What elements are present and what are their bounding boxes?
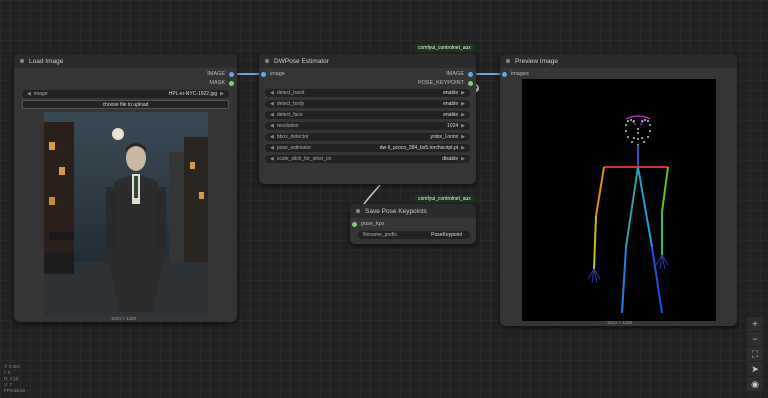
widget-label: detect_face	[276, 112, 303, 118]
input-image[interactable]: image	[261, 71, 285, 77]
right-arrow-icon[interactable]: ▶	[461, 123, 465, 129]
preview-dimensions: 1024 × 1280	[607, 320, 633, 325]
load-image-node[interactable]: Load Image IMAGE MASK ◀ image HPL-in-NYC…	[14, 54, 237, 322]
save-pose-package-badge: comfyui_controlnet_aux	[414, 195, 475, 203]
input-port-icon[interactable]	[352, 221, 357, 227]
node-title: Preview Image	[515, 57, 558, 65]
node-title: Save Pose Keypoints	[365, 207, 427, 215]
input-pose-kps[interactable]: pose_kps	[352, 221, 385, 227]
upload-button[interactable]: choose file to upload	[22, 100, 229, 109]
zoom-in-button[interactable]: +	[747, 317, 763, 331]
output-port-icon[interactable]	[468, 71, 473, 77]
load-image-title-bar[interactable]: Load Image	[14, 54, 237, 68]
widget-label: scale_stick_for_xinsr_cn	[276, 156, 332, 162]
pose-skeleton-preview	[522, 79, 716, 321]
output-label: IMAGE	[207, 71, 225, 77]
dwpose-package-badge: comfyui_controlnet_aux	[414, 44, 475, 52]
left-arrow-icon[interactable]: ◀	[27, 91, 31, 97]
input-label: pose_kps	[361, 221, 385, 227]
widget-label: image	[33, 91, 48, 97]
plus-icon: +	[752, 319, 758, 329]
right-arrow-icon[interactable]: ▶	[461, 156, 465, 162]
left-arrow-icon[interactable]: ◀	[270, 112, 274, 118]
widget-label: bbox_detector	[276, 134, 309, 140]
widget-value: PoseKeypoint	[431, 232, 462, 238]
widget-value: enable	[443, 101, 459, 107]
dwpose-estimator-node[interactable]: DWPose Estimator image IMAGE POSE_KEYPOI…	[259, 54, 476, 184]
input-label: image	[270, 71, 285, 77]
widget-value: enable	[443, 90, 459, 96]
right-arrow-icon[interactable]: ▶	[461, 134, 465, 140]
widget-label: filename_prefix	[363, 232, 397, 238]
output-mask[interactable]: MASK	[209, 80, 234, 86]
widget-detect-hand[interactable]: ◀ detect_hand enable ▶	[265, 89, 470, 97]
widget-scale-stick[interactable]: ◀ scale_stick_for_xinsr_cn disable ▶	[265, 155, 470, 163]
widget-value: HPL-in-NYC-1922.jpg	[168, 91, 218, 97]
widget-detect-face[interactable]: ◀ detect_face enable ▶	[265, 111, 470, 119]
image-select-widget[interactable]: ◀ image HPL-in-NYC-1922.jpg ▶	[22, 90, 229, 98]
input-label: images	[511, 71, 529, 77]
minus-icon: −	[752, 334, 758, 344]
output-label: IMAGE	[446, 71, 464, 77]
output-pose-keypoint[interactable]: POSE_KEYPOINT	[418, 80, 473, 86]
navigate-icon: ➤	[751, 363, 759, 374]
output-port-icon[interactable]	[229, 80, 234, 86]
image-dimensions: 1024 × 1280	[111, 316, 137, 321]
output-port-icon[interactable]	[229, 71, 234, 77]
save-pose-title-bar[interactable]: Save Pose Keypoints	[350, 204, 476, 218]
node-title: DWPose Estimator	[274, 57, 329, 65]
widget-pose-estimator[interactable]: ◀ pose_estimator dw-ll_ucoco_384_bs5.tor…	[265, 144, 470, 152]
save-pose-keypoints-node[interactable]: Save Pose Keypoints pose_kps filename_pr…	[350, 204, 476, 244]
widget-label: pose_estimator	[276, 145, 312, 151]
right-arrow-icon[interactable]: ▶	[220, 91, 224, 97]
zoom-out-button[interactable]: −	[747, 332, 763, 346]
widget-resolution[interactable]: ◀ resolution 1024 ▶	[265, 122, 470, 130]
collapse-dot-icon[interactable]	[265, 59, 269, 63]
widget-label: resolution	[276, 123, 299, 129]
output-port-icon[interactable]	[468, 80, 473, 86]
performance-stats: T: 0.00s I: 0 N: 4 [4] V: 7 FPS:58.82	[4, 364, 25, 394]
node-title: Load Image	[29, 57, 64, 65]
collapse-dot-icon[interactable]	[20, 59, 24, 63]
right-arrow-icon[interactable]: ▶	[461, 112, 465, 118]
output-image[interactable]: IMAGE	[446, 71, 473, 77]
left-arrow-icon[interactable]: ◀	[270, 90, 274, 96]
left-arrow-icon[interactable]: ◀	[270, 123, 274, 129]
collapse-dot-icon[interactable]	[356, 209, 360, 213]
output-label: POSE_KEYPOINT	[417, 80, 464, 86]
fit-view-button[interactable]: ⛶	[747, 347, 763, 361]
preview-image-node[interactable]: Preview Image images 1024 × 1280	[500, 54, 737, 326]
collapse-dot-icon[interactable]	[506, 59, 510, 63]
widget-bbox-detector[interactable]: ◀ bbox_detector yolox_l.onnx ▶	[265, 133, 470, 141]
right-arrow-icon[interactable]: ▶	[461, 101, 465, 107]
loaded-image-preview	[44, 112, 208, 315]
widget-value: 1024	[447, 123, 459, 129]
widget-label: detect_body	[276, 101, 305, 107]
input-images[interactable]: images	[502, 71, 529, 77]
output-image[interactable]: IMAGE	[207, 71, 234, 77]
output-label: MASK	[209, 80, 225, 86]
left-arrow-icon[interactable]: ◀	[270, 145, 274, 151]
left-arrow-icon[interactable]: ◀	[270, 134, 274, 140]
eye-icon: ◉	[751, 378, 759, 389]
dwpose-title-bar[interactable]: DWPose Estimator	[259, 54, 476, 68]
input-port-icon[interactable]	[261, 71, 266, 77]
widget-value: enable	[443, 112, 459, 118]
widget-value: yolox_l.onnx	[430, 134, 459, 140]
left-arrow-icon[interactable]: ◀	[270, 101, 274, 107]
widget-label: detect_hand	[276, 90, 305, 96]
widget-filename-prefix[interactable]: filename_prefix PoseKeypoint	[358, 231, 470, 239]
input-port-icon[interactable]	[502, 71, 507, 77]
fit-view-icon: ⛶	[751, 348, 759, 359]
stat-fps: FPS:58.82	[4, 388, 26, 393]
widget-detect-body[interactable]: ◀ detect_body enable ▶	[265, 100, 470, 108]
left-arrow-icon[interactable]: ◀	[270, 156, 274, 162]
right-arrow-icon[interactable]: ▶	[461, 145, 465, 151]
widget-value: dw-ll_ucoco_384_bs5.torchscript.pt	[379, 145, 459, 151]
right-arrow-icon[interactable]: ▶	[461, 90, 465, 96]
toggle-visibility-button[interactable]: ◉	[747, 377, 763, 391]
navigate-button[interactable]: ➤	[747, 362, 763, 376]
preview-title-bar[interactable]: Preview Image	[500, 54, 737, 68]
widget-value: disable	[442, 156, 459, 162]
